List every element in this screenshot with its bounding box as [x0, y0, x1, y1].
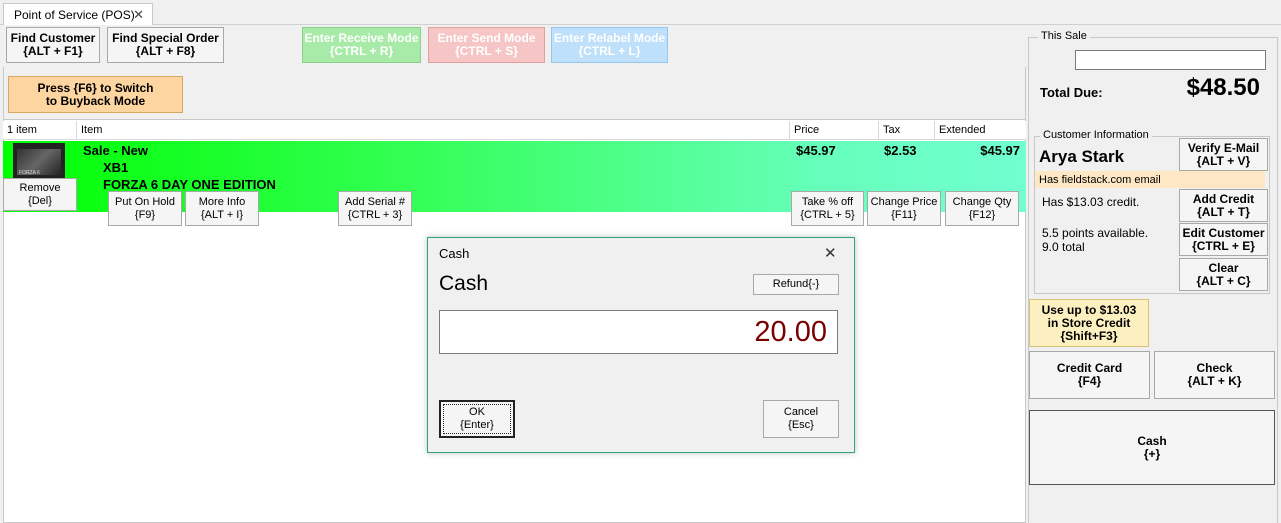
cancel-shortcut: {Esc} [788, 419, 814, 431]
cancel-label: Cancel [783, 406, 819, 418]
dialog-heading: Cash [439, 272, 489, 295]
store-credit-shortcut: {Shift+F3} [1060, 328, 1118, 343]
verify-email-label: Verify E-Mail [1187, 140, 1260, 155]
send-mode-shortcut: {CTRL + S} [455, 44, 518, 58]
find-customer-button[interactable]: Find Customer {ALT + F1} [6, 27, 100, 63]
more-info-label: More Info [198, 195, 246, 208]
find-special-order-shortcut: {ALT + F8} [135, 44, 196, 58]
take-percent-shortcut: {CTRL + 5} [800, 208, 855, 221]
ok-shortcut: {Enter} [460, 419, 494, 431]
add-serial-label: Add Serial # [345, 195, 405, 208]
clear-label: Clear [1208, 260, 1239, 275]
close-icon[interactable]: ✕ [824, 244, 837, 262]
amount-value: 20.00 [754, 316, 827, 348]
take-percent-label: Take % off [801, 195, 854, 208]
enter-relabel-mode-button[interactable]: Enter Relabel Mode {CTRL + L} [551, 27, 668, 63]
relabel-mode-shortcut: {CTRL + L} [578, 44, 641, 58]
change-price-button[interactable]: Change Price {F11} [867, 191, 941, 226]
customer-name: Arya Stark [1039, 147, 1125, 166]
tab-title: Point of Service (POS) [14, 8, 135, 22]
column-item: Item [77, 121, 790, 140]
clear-customer-button[interactable]: Clear {ALT + C} [1179, 258, 1268, 291]
row-title: FORZA 6 DAY ONE EDITION [103, 177, 276, 192]
hold-label: Put On Hold [115, 195, 175, 208]
check-shortcut: {ALT + K} [1187, 374, 1242, 388]
edit-customer-shortcut: {CTRL + E} [1192, 238, 1255, 253]
store-credit-line1: Use up to $13.03 [1041, 302, 1137, 317]
customer-info-label: Customer Information [1040, 129, 1152, 141]
row-price: $45.97 [796, 143, 836, 158]
tab-bar: Point of Service (POS) ✕ [0, 0, 1281, 25]
clear-shortcut: {ALT + C} [1196, 273, 1251, 288]
row-sale-type: Sale - New [83, 143, 149, 158]
cart-grid-header: 1 item Item Price Tax Extended [3, 121, 1026, 140]
ok-label: OK [469, 406, 485, 418]
refund-label: Refund{-} [772, 278, 820, 290]
verify-email-shortcut: {ALT + V} [1196, 153, 1251, 168]
edit-customer-button[interactable]: Edit Customer {CTRL + E} [1179, 223, 1268, 256]
enter-send-mode-button[interactable]: Enter Send Mode {CTRL + S} [428, 27, 545, 63]
sale-search-input[interactable] [1075, 50, 1266, 70]
add-serial-button[interactable]: Add Serial # {CTRL + 3} [338, 191, 412, 226]
dialog-title: Cash [439, 246, 470, 261]
change-price-shortcut: {F11} [891, 208, 917, 221]
verify-email-button[interactable]: Verify E-Mail {ALT + V} [1179, 138, 1268, 171]
receive-mode-shortcut: {CTRL + R} [329, 44, 394, 58]
change-price-label: Change Price [870, 195, 938, 208]
total-due-value: $48.50 [1186, 74, 1260, 101]
buyback-line2: to Buyback Mode [45, 93, 146, 108]
add-credit-shortcut: {ALT + T} [1197, 204, 1250, 219]
column-extended: Extended [939, 124, 986, 136]
customer-points-total: 9.0 total [1042, 240, 1085, 254]
change-qty-button[interactable]: Change Qty {F12} [945, 191, 1019, 226]
change-qty-label: Change Qty [952, 195, 1012, 208]
total-due-label: Total Due: [1040, 85, 1103, 100]
row-tax: $2.53 [884, 143, 917, 158]
customer-points: 5.5 points available. [1042, 226, 1149, 240]
find-special-order-button[interactable]: Find Special Order {ALT + F8} [107, 27, 224, 63]
put-on-hold-button[interactable]: Put On Hold {F9} [108, 191, 182, 226]
amount-input[interactable]: 20.00 [439, 310, 838, 354]
add-credit-button[interactable]: Add Credit {ALT + T} [1179, 189, 1268, 222]
edit-customer-label: Edit Customer [1182, 225, 1265, 240]
column-tax: Tax [879, 121, 935, 140]
thumbnail-text: FORZA 6 [19, 170, 40, 176]
change-qty-shortcut: {F12} [968, 208, 996, 221]
more-info-button[interactable]: More Info {ALT + I} [185, 191, 259, 226]
find-customer-shortcut: {ALT + F1} [23, 44, 83, 58]
remove-shortcut: {Del} [28, 194, 52, 207]
add-credit-label: Add Credit [1192, 191, 1255, 206]
column-count: 1 item [3, 121, 77, 140]
refund-button[interactable]: Refund{-} [753, 274, 839, 295]
remove-label: Remove [19, 181, 61, 194]
close-icon[interactable]: ✕ [133, 7, 144, 23]
this-sale-label: This Sale [1038, 30, 1090, 42]
enter-receive-mode-button[interactable]: Enter Receive Mode {CTRL + R} [302, 27, 421, 63]
more-info-shortcut: {ALT + I} [200, 208, 244, 221]
buyback-mode-button[interactable]: Press {F6} to Switch to Buyback Mode [8, 76, 183, 113]
row-extended: $45.97 [980, 143, 1020, 158]
column-price: Price [790, 121, 879, 140]
email-note: Has fieldstack.com email [1035, 171, 1265, 188]
tab-pos[interactable]: Point of Service (POS) ✕ [3, 3, 153, 25]
add-serial-shortcut: {CTRL + 3} [347, 208, 403, 221]
cash-shortcut: {+} [1143, 446, 1161, 461]
customer-credit: Has $13.03 credit. [1042, 195, 1140, 209]
remove-button[interactable]: Remove {Del} [3, 178, 77, 211]
hold-shortcut: {F9} [134, 208, 156, 221]
store-credit-line2: in Store Credit [1047, 315, 1131, 330]
row-platform: XB1 [103, 160, 129, 175]
credit-card-button[interactable]: Credit Card {F4} [1029, 351, 1150, 399]
use-store-credit-button[interactable]: Use up to $13.03 in Store Credit {Shift+… [1029, 299, 1149, 347]
check-button[interactable]: Check {ALT + K} [1154, 351, 1275, 399]
cash-button[interactable]: Cash {+} [1029, 410, 1275, 485]
ok-button[interactable]: OK {Enter} [439, 400, 515, 438]
cash-label: Cash [1137, 433, 1167, 448]
cash-dialog: Cash ✕ Cash Refund{-} 20.00 OK {Enter} C… [427, 237, 855, 453]
product-thumbnail: FORZA 6 [13, 143, 65, 179]
cancel-button[interactable]: Cancel {Esc} [763, 400, 839, 438]
take-percent-off-button[interactable]: Take % off {CTRL + 5} [791, 191, 864, 226]
buyback-line1: Press {F6} to Switch [37, 80, 154, 95]
credit-card-shortcut: {F4} [1077, 374, 1102, 388]
